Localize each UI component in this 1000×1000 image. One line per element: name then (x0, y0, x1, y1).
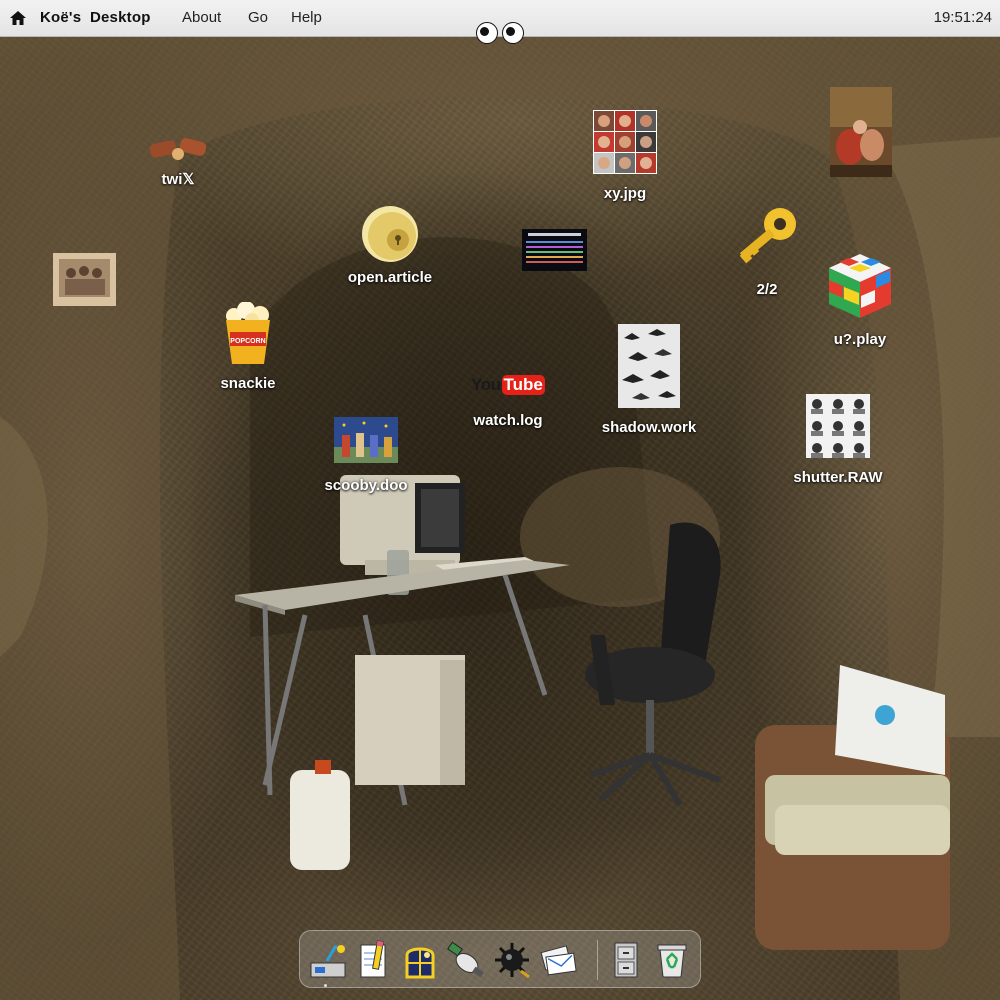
youtube-you-text: You (471, 375, 501, 394)
youtube-tube-text: Tube (501, 375, 545, 395)
recycle-bin-icon (657, 944, 687, 978)
right-eye-icon (502, 22, 524, 44)
popcorn-icon: POPCORN (226, 302, 270, 364)
home-icon[interactable] (9, 9, 27, 27)
menu-go[interactable]: Go (248, 9, 268, 26)
virus-icon (495, 943, 530, 979)
desktop-icon-old-photo[interactable] (52, 253, 116, 306)
dock-notepad[interactable] (352, 938, 396, 982)
photo-grid-thumbnail (806, 394, 870, 458)
dock-satellite[interactable] (444, 938, 488, 982)
satellite-icon (447, 941, 484, 978)
desktop-icon-shutter-raw[interactable]: shutter.RAW (793, 394, 883, 488)
menu-about[interactable]: About (182, 9, 221, 26)
menu-help[interactable]: Help (291, 9, 322, 26)
desktop-icon-label: open.article (347, 269, 433, 286)
youtube-logo: You Tube (471, 372, 545, 398)
portrait-grid-thumbnail (593, 110, 657, 174)
notepad-icon (360, 940, 386, 978)
left-eye-icon (476, 22, 498, 44)
control-panel-icon (310, 945, 346, 978)
desktop-icon-label: watch.log (473, 412, 543, 429)
desktop-icon-label: shutter.RAW (793, 469, 883, 486)
alphabet-chart-thumbnail (521, 229, 587, 271)
desk-scene (235, 475, 570, 870)
dock (299, 930, 701, 988)
desktop-icon-xy-jpg[interactable]: xy.jpg (585, 110, 665, 204)
desktop-icon-label: u?.play (833, 331, 887, 348)
desktop-title[interactable]: Koë's Desktop (40, 9, 151, 26)
desktop-icon-label: xy.jpg (603, 185, 647, 202)
dock-mail[interactable] (536, 938, 580, 982)
desktop-icon-watch-log[interactable]: You Tube watch.log (462, 372, 554, 431)
painting-thumbnail (334, 417, 398, 463)
dock-night-window[interactable] (398, 938, 442, 982)
desktop-icon-snackie[interactable]: POPCORN snackie (208, 302, 288, 394)
dock-control-panel[interactable] (306, 938, 350, 982)
clock: 19:51:24 (933, 9, 992, 26)
googly-eyes-icon (476, 22, 526, 46)
office-chair (585, 522, 722, 807)
door-knob-icon (362, 206, 418, 262)
dock-active-indicator (324, 984, 327, 987)
night-window-icon (405, 947, 435, 979)
gold-key-icon (739, 208, 796, 264)
dock-file-cabinet[interactable] (604, 938, 648, 982)
rubiks-cube-icon (829, 254, 891, 318)
birds-sketch-thumbnail (618, 324, 680, 408)
old-photo-thumbnail (52, 253, 116, 306)
dock-virus[interactable] (490, 938, 534, 982)
desktop-icon-label: 2/2 (756, 281, 778, 298)
desktop-icon-painting[interactable] (829, 87, 893, 177)
desktop-icon-u-play[interactable]: u?.play (820, 252, 900, 350)
mail-icon (540, 945, 577, 976)
desktop-icon-chart[interactable] (521, 229, 587, 271)
desktop-icon-twix[interactable]: twi𝕏 (138, 130, 218, 190)
candy-bar-icon (149, 138, 207, 160)
file-cabinet-icon (614, 942, 638, 978)
desktop-icon-key[interactable]: 2/2 (727, 204, 807, 300)
classical-painting-thumbnail (830, 87, 892, 177)
desktop-icon-label: shadow.work (601, 419, 697, 436)
popcorn-text: POPCORN (230, 338, 265, 345)
desktop-icon-label: snackie (220, 375, 276, 392)
dock-separator (597, 940, 598, 980)
desktop-icon-shadow-work[interactable]: shadow.work (600, 324, 698, 438)
dock-recycle-bin[interactable] (650, 938, 694, 982)
desktop-icon-scooby-doo[interactable]: scooby.doo (318, 417, 414, 496)
desktop-icon-label: twi𝕏 (161, 171, 195, 188)
desktop-icon-label: scooby.doo (324, 477, 408, 494)
bed-with-pillow (755, 665, 950, 950)
desktop-icon-open-article[interactable]: open.article (342, 204, 438, 288)
